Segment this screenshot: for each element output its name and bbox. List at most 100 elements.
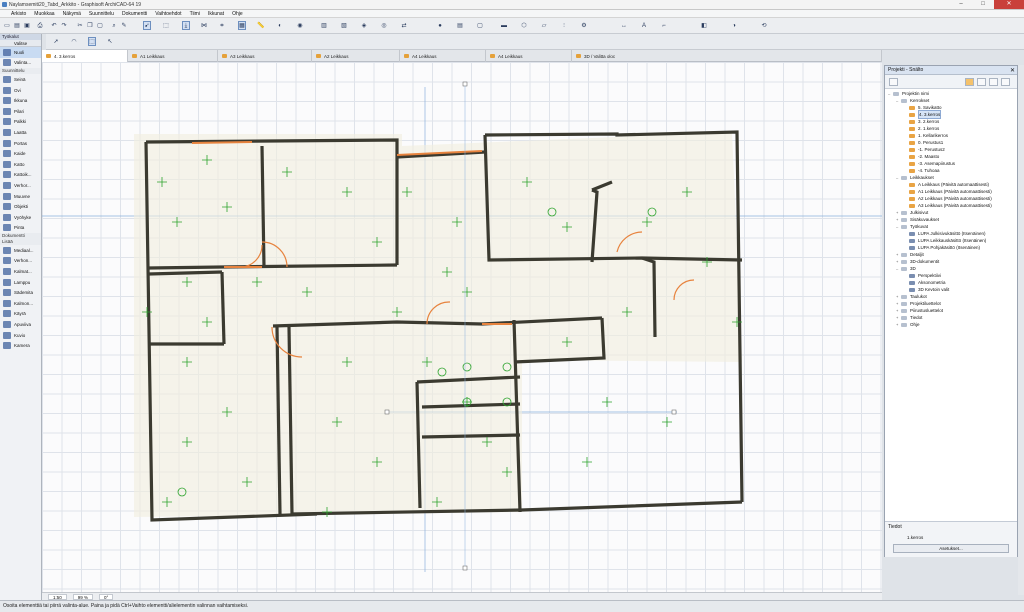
navigator-tree-item[interactable]: LUPA Leikkauskäsittö (Itsenäinen) — [885, 237, 1017, 244]
navigator-tree-item[interactable]: + Detaljit — [885, 251, 1017, 258]
navigator-tree-item[interactable]: 2. 1.kerros — [885, 125, 1017, 132]
tool-roof-window[interactable]: Kattoik... — [0, 170, 41, 181]
tool-wall[interactable]: Seinä — [0, 74, 41, 85]
label-icon[interactable]: ⌐ — [660, 21, 668, 30]
menu-tiimi[interactable]: Tiimi — [190, 11, 200, 17]
tool-guide[interactable]: Apuviiva — [0, 319, 41, 330]
3d-icon[interactable]: ◈ — [360, 21, 368, 30]
info-cursor-icon[interactable]: ↖ — [106, 37, 114, 46]
settings-button[interactable]: Asetukset... — [893, 544, 1009, 553]
navigator-tree-item[interactable]: 4. 3.kerros — [885, 110, 1017, 119]
menu-arkisto[interactable]: Arkisto — [11, 11, 26, 17]
layers-icon[interactable]: ▦ — [238, 21, 246, 30]
tab-3d[interactable]: 3D / Valitta oloc — [572, 50, 882, 62]
tool-shell[interactable]: Pinta — [0, 223, 41, 234]
tool-roof[interactable]: Katto — [0, 159, 41, 170]
navigator-tree-item[interactable]: -1. Perustus2 — [885, 146, 1017, 153]
tool-beam[interactable]: Palkki — [0, 117, 41, 128]
tool-spline[interactable]: Käyrä — [0, 309, 41, 320]
menu-ikkunat[interactable]: Ikkunat — [208, 11, 224, 17]
open-icon[interactable]: ▤ — [13, 21, 21, 30]
green-dot-icon[interactable]: ● — [436, 21, 444, 30]
tab-section-a3[interactable]: A3 Leikkaus — [218, 50, 312, 62]
marquee-icon[interactable]: ⬚ — [162, 21, 170, 30]
navigator-tree-item[interactable]: 0. Perustus1 — [885, 139, 1017, 146]
tool-lamp[interactable]: Lamppu — [0, 277, 41, 288]
pencil-icon[interactable]: ✎ — [120, 21, 128, 30]
navigator-tree-item[interactable]: –3D — [885, 265, 1017, 272]
view-map-icon[interactable] — [977, 78, 986, 86]
tool-radial-dim[interactable]: Sädemita — [0, 287, 41, 298]
teamwork-icon[interactable]: ⇄ — [400, 21, 408, 30]
copy-icon[interactable]: ❐ — [86, 21, 94, 30]
navigator-tree-item[interactable]: A3 Leikkaus (Päivitä automaattisesti) — [885, 202, 1017, 209]
publisher-icon[interactable] — [1001, 78, 1010, 86]
tool-arrow[interactable]: Nuoli — [0, 47, 41, 58]
navigator-tree-item[interactable]: + Ohje — [885, 321, 1017, 328]
tool-window[interactable]: Ikkuna — [0, 95, 41, 106]
right-scroll-strip[interactable] — [1018, 65, 1024, 595]
tool-mesh[interactable]: Mediaal... — [0, 245, 41, 256]
renovation-icon[interactable]: ⟲ — [760, 21, 768, 30]
grid-snap-icon[interactable]: ⌗ — [218, 21, 226, 30]
navigator-tree-item[interactable]: – Työkuvat — [885, 223, 1017, 230]
navigator-tree-item[interactable]: LUPA Julkisivukäsittö (Itsenäinen) — [885, 230, 1017, 237]
navigator-tree-item[interactable]: – Projektin nimi — [885, 90, 1017, 97]
navigator-tree-item[interactable]: 5. Savikatto — [885, 104, 1017, 111]
navigator-tree-item[interactable]: -3. Asemapiirustus — [885, 160, 1017, 167]
tool-object[interactable]: Objekti — [0, 201, 41, 212]
redo-icon[interactable]: ↷ — [60, 21, 68, 30]
ruler-icon[interactable]: 📏 — [256, 21, 264, 30]
navigator-arrow-icon[interactable] — [889, 78, 898, 86]
layout-book-icon[interactable] — [989, 78, 998, 86]
zone-icon[interactable]: ⬡ — [520, 21, 528, 30]
navigator-tree-item[interactable]: 1. Kellarikerros — [885, 132, 1017, 139]
tool-angle-dim[interactable]: Kalmon... — [0, 298, 41, 309]
navigator-tree-item[interactable]: Aksonometria — [885, 279, 1017, 286]
tool-railing[interactable]: Kaide — [0, 148, 41, 159]
trace-icon[interactable]: ◐ — [276, 21, 284, 30]
pen-set-icon[interactable]: ◧ — [700, 21, 708, 30]
tool-slab[interactable]: Laatta — [0, 127, 41, 138]
tab-floorplan[interactable]: 4. 3.kerros — [42, 50, 128, 62]
menu-suunnittelu[interactable]: Suunnittelu — [89, 11, 114, 17]
close-button[interactable]: ✕ — [994, 0, 1024, 9]
tab-section-a4b[interactable]: A4 Leikkaus — [486, 50, 572, 62]
text-icon[interactable]: A — [640, 21, 648, 30]
object-icon[interactable]: ⚙ — [580, 21, 588, 30]
slab-icon[interactable]: ▱ — [540, 21, 548, 30]
snap-icon[interactable]: ⋈ — [200, 21, 208, 30]
info-curve-icon[interactable]: ◠ — [70, 37, 78, 46]
navigator-tree-item[interactable]: + Tiedot — [885, 314, 1017, 321]
navigator-tree-item[interactable]: +3D-dokumentit — [885, 258, 1017, 265]
navigator-tree-item[interactable]: 3D Kevtoin valit — [885, 286, 1017, 293]
mvo-icon[interactable]: ◑ — [730, 21, 738, 30]
navigator-tree-item[interactable]: + Taulukot — [885, 293, 1017, 300]
navigator-tree-item[interactable]: + Sisäkuvaukset — [885, 216, 1017, 223]
navigator-tree-item[interactable]: LUPA Pohjakäsittö (Itsenäinen) — [885, 244, 1017, 251]
dim-icon[interactable]: ↔ — [620, 21, 628, 30]
navigator-tree-item[interactable]: – Kerrokset — [885, 97, 1017, 104]
layout-icon[interactable]: ▢ — [476, 21, 484, 30]
toolbox-select-button[interactable]: Valitse — [0, 40, 41, 47]
tool-door[interactable]: Ovi — [0, 85, 41, 96]
eye-icon[interactable]: ◉ — [296, 21, 304, 30]
tool-skylight[interactable]: Verhon... — [0, 256, 41, 267]
paste-icon[interactable]: ▢ — [96, 21, 104, 30]
section-icon[interactable]: ▧ — [340, 21, 348, 30]
tool-figure[interactable]: Kuvio — [0, 330, 41, 341]
gravity-icon[interactable]: ⤓ — [182, 21, 190, 30]
project-map-icon[interactable] — [965, 78, 974, 86]
info-field[interactable]: 1.kerros — [893, 535, 1009, 542]
save-icon[interactable]: ▣ — [23, 21, 31, 30]
navigator-tree-item[interactable]: + Julkisivut — [885, 209, 1017, 216]
navigator-tree-item[interactable]: A2 Leikkaus (Päivitä automaattisesti) — [885, 195, 1017, 202]
arrow-tool-icon[interactable]: ➹ — [143, 21, 151, 30]
info-section-toggle[interactable]: Tiedot — [885, 522, 1017, 532]
navigator-tree-item[interactable]: -4. Tuhoaa — [885, 167, 1017, 174]
render-icon[interactable]: ◎ — [380, 21, 388, 30]
tool-mesh2[interactable]: Kalmat... — [0, 266, 41, 277]
stair-icon[interactable]: ⫶ — [560, 21, 568, 30]
print-icon[interactable]: ⎙ — [36, 21, 44, 30]
tool-zone[interactable]: Vyöhyke — [0, 212, 41, 223]
